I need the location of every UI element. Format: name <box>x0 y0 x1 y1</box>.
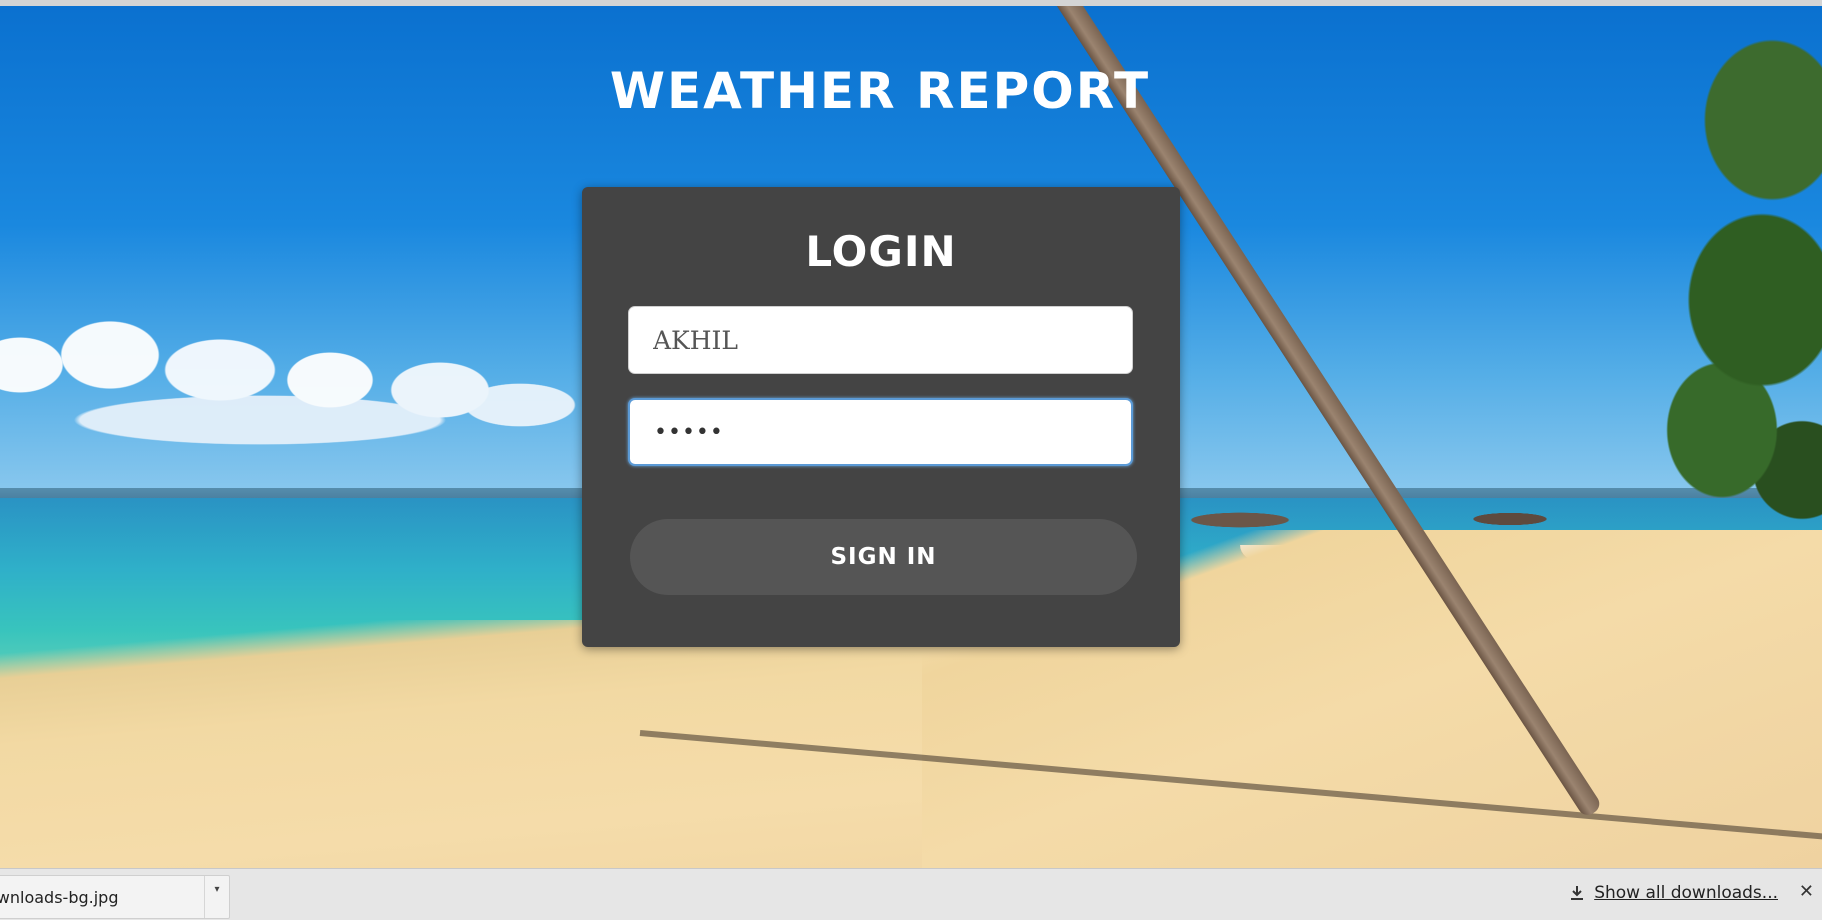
show-all-downloads-link[interactable]: Show all downloads... <box>1568 883 1778 903</box>
background-rocks <box>1180 505 1580 531</box>
password-input[interactable] <box>628 398 1133 466</box>
downloads-shelf: ownloads-bg.jpg ▾ Show all downloads... … <box>0 868 1822 920</box>
download-file-name[interactable]: ownloads-bg.jpg <box>0 888 118 907</box>
login-heading: LOGIN <box>805 227 957 276</box>
page-title: WEATHER REPORT <box>609 62 1151 120</box>
username-input[interactable] <box>628 306 1133 374</box>
show-all-downloads-label[interactable]: Show all downloads... <box>1594 883 1778 903</box>
download-item[interactable]: ownloads-bg.jpg ▾ <box>0 875 230 919</box>
close-icon[interactable]: ✕ <box>1799 881 1814 902</box>
download-icon <box>1571 886 1584 900</box>
page-background: WEATHER REPORT LOGIN SIGN IN <box>0 0 1822 868</box>
sign-in-button[interactable]: SIGN IN <box>630 519 1137 595</box>
chevron-down-icon[interactable]: ▾ <box>204 876 229 918</box>
browser-top-edge <box>0 0 1822 6</box>
login-form: LOGIN SIGN IN <box>582 187 1180 647</box>
background-clouds <box>0 305 620 465</box>
